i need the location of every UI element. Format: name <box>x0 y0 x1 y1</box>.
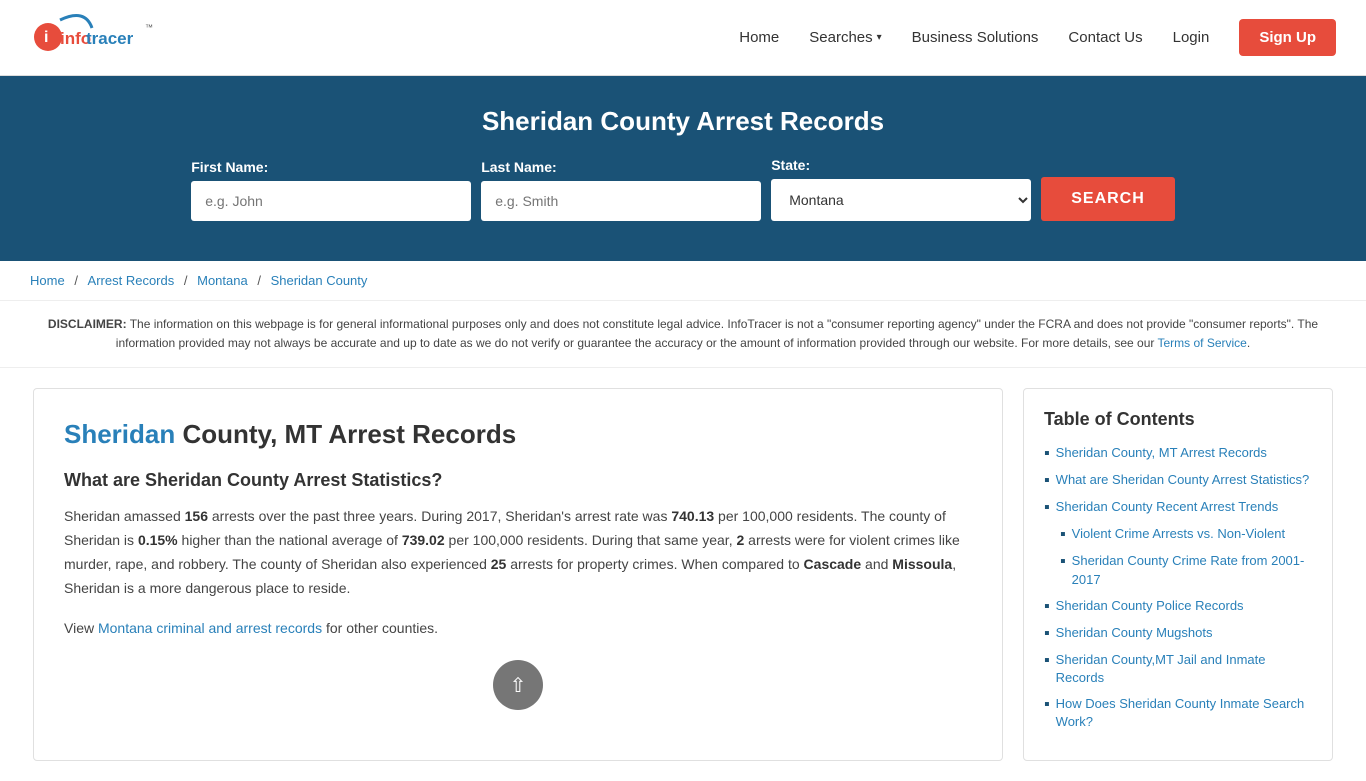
stat-property: 25 <box>491 556 507 572</box>
last-name-group: Last Name: <box>481 159 761 221</box>
article-title: Sheridan County, MT Arrest Records <box>64 419 972 450</box>
svg-text:tracer: tracer <box>86 29 134 48</box>
stat-rate: 740.13 <box>671 508 714 524</box>
toc-link[interactable]: What are Sheridan County Arrest Statisti… <box>1056 471 1310 489</box>
state-group: State: AlabamaAlaskaArizonaArkansasCalif… <box>771 157 1031 221</box>
first-name-label: First Name: <box>191 159 471 175</box>
toc-bullet: ▪ <box>1044 499 1050 517</box>
article-title-rest: County, MT Arrest Records <box>175 419 516 449</box>
toc-bullet: ▪ <box>1060 526 1066 544</box>
search-form: First Name: Last Name: State: AlabamaAla… <box>133 157 1233 221</box>
toc-title: Table of Contents <box>1044 409 1312 430</box>
scroll-top-button[interactable]: ⇧ <box>493 660 543 710</box>
toc-link[interactable]: How Does Sheridan County Inmate Search W… <box>1056 695 1312 731</box>
content-wrapper: Sheridan County, MT Arrest Records What … <box>13 388 1353 760</box>
disclaimer-label: DISCLAIMER: <box>48 317 127 331</box>
nav-signup[interactable]: Sign Up <box>1239 19 1336 56</box>
city2: Missoula <box>892 556 952 572</box>
sidebar-toc: Table of Contents ▪ Sheridan County, MT A… <box>1023 388 1333 760</box>
toc-item: ▪ What are Sheridan County Arrest Statist… <box>1044 471 1312 490</box>
city1: Cascade <box>804 556 862 572</box>
hero-title: Sheridan County Arrest Records <box>20 106 1346 137</box>
first-name-group: First Name: <box>191 159 471 221</box>
breadcrumb: Home / Arrest Records / Montana / Sherid… <box>0 261 1366 301</box>
nav-searches[interactable]: Searches ▾ <box>809 29 881 46</box>
stats-heading: What are Sheridan County Arrest Statisti… <box>64 470 972 491</box>
toc-bullet: ▪ <box>1044 625 1050 643</box>
article-title-highlight: Sheridan <box>64 419 175 449</box>
view-records-para: View Montana criminal and arrest records… <box>64 617 972 641</box>
toc-item: ▪ How Does Sheridan County Inmate Search … <box>1044 695 1312 731</box>
header: i info tracer ™ Home Searches ▾ Business… <box>0 0 1366 76</box>
main-article: Sheridan County, MT Arrest Records What … <box>33 388 1003 760</box>
disclaimer-end: . <box>1247 336 1250 350</box>
breadcrumb-arrest-records[interactable]: Arrest Records <box>88 273 175 288</box>
toc-link[interactable]: Sheridan County,MT Jail and Inmate Recor… <box>1056 651 1312 687</box>
article-bottom: ⇧ <box>64 650 972 710</box>
stat-national-avg: 739.02 <box>402 532 445 548</box>
main-nav: Home Searches ▾ Business Solutions Conta… <box>739 19 1336 56</box>
disclaimer: DISCLAIMER: The information on this webp… <box>0 301 1366 368</box>
breadcrumb-montana[interactable]: Montana <box>197 273 248 288</box>
toc-link[interactable]: Sheridan County Mugshots <box>1056 624 1213 642</box>
logo[interactable]: i info tracer ™ <box>30 10 160 65</box>
disclaimer-tos-link[interactable]: Terms of Service <box>1158 336 1247 350</box>
toc-bullet: ▪ <box>1044 652 1050 670</box>
toc-link[interactable]: Sheridan County Crime Rate from 2001-201… <box>1072 552 1312 588</box>
stat-arrests: 156 <box>185 508 208 524</box>
nav-business[interactable]: Business Solutions <box>912 29 1039 46</box>
article-body: Sheridan amassed 156 arrests over the pa… <box>64 505 972 600</box>
nav-contact[interactable]: Contact Us <box>1068 29 1142 46</box>
toc-item: ▪ Violent Crime Arrests vs. Non-Violent <box>1060 525 1312 544</box>
toc-link[interactable]: Sheridan County Police Records <box>1056 597 1244 615</box>
last-name-label: Last Name: <box>481 159 761 175</box>
toc-bullet: ▪ <box>1060 553 1066 571</box>
svg-text:i: i <box>44 29 48 46</box>
nav-login[interactable]: Login <box>1173 29 1210 46</box>
toc-bullet: ▪ <box>1044 598 1050 616</box>
toc-list: ▪ Sheridan County, MT Arrest Records ▪ What… <box>1044 444 1312 731</box>
last-name-input[interactable] <box>481 181 761 221</box>
searches-dropdown-arrow: ▾ <box>877 32 882 43</box>
breadcrumb-sheridan[interactable]: Sheridan County <box>271 273 368 288</box>
disclaimer-text: The information on this webpage is for g… <box>116 317 1318 350</box>
toc-item: ▪ Sheridan County Crime Rate from 2001-20… <box>1060 552 1312 588</box>
toc-item: ▪ Sheridan County,MT Jail and Inmate Reco… <box>1044 651 1312 687</box>
toc-item: ▪ Sheridan County Police Records <box>1044 597 1312 616</box>
state-select[interactable]: AlabamaAlaskaArizonaArkansasCaliforniaCo… <box>771 179 1031 221</box>
search-button[interactable]: SEARCH <box>1041 177 1175 221</box>
toc-bullet: ▪ <box>1044 472 1050 490</box>
toc-item: ▪ Sheridan County, MT Arrest Records <box>1044 444 1312 463</box>
hero-section: Sheridan County Arrest Records First Nam… <box>0 76 1366 261</box>
toc-bullet: ▪ <box>1044 696 1050 714</box>
montana-records-link[interactable]: Montana criminal and arrest records <box>98 620 322 636</box>
first-name-input[interactable] <box>191 181 471 221</box>
breadcrumb-home[interactable]: Home <box>30 273 65 288</box>
toc-link[interactable]: Sheridan County Recent Arrest Trends <box>1056 498 1279 516</box>
toc-bullet: ▪ <box>1044 445 1050 463</box>
nav-home[interactable]: Home <box>739 29 779 46</box>
svg-text:™: ™ <box>145 23 153 32</box>
toc-item: ▪ Sheridan County Recent Arrest Trends <box>1044 498 1312 517</box>
state-label: State: <box>771 157 1031 173</box>
stat-higher: 0.15% <box>138 532 178 548</box>
toc-link[interactable]: Sheridan County, MT Arrest Records <box>1056 444 1267 462</box>
toc-item: ▪ Sheridan County Mugshots <box>1044 624 1312 643</box>
toc-link[interactable]: Violent Crime Arrests vs. Non-Violent <box>1072 525 1285 543</box>
